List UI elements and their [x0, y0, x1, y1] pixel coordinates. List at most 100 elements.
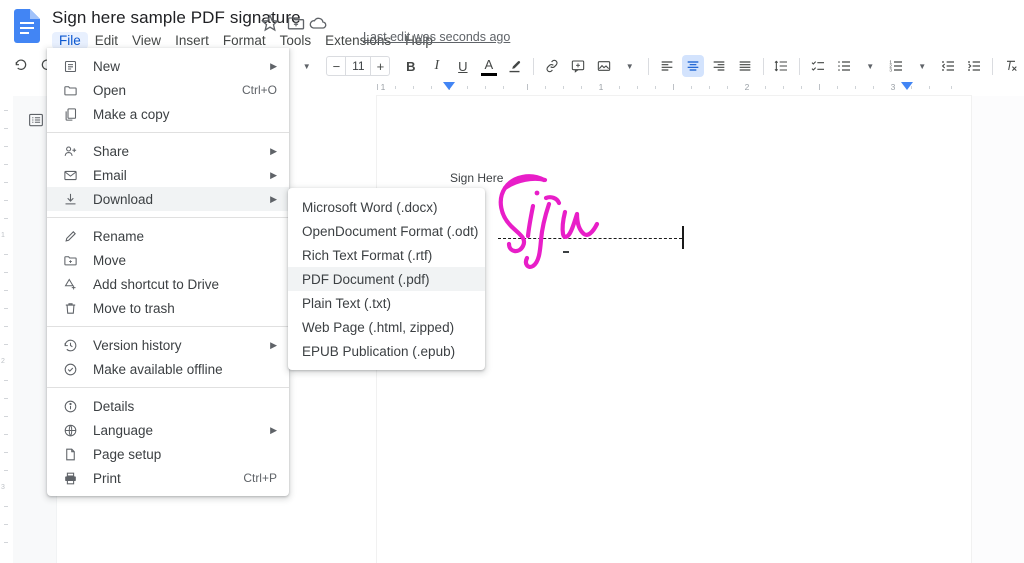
menu-view[interactable]: View [125, 32, 168, 49]
numbered-list-icon[interactable]: 1 2 3 [885, 55, 907, 77]
ruler-number: 3 [890, 82, 896, 92]
menu-label: Print [93, 470, 121, 486]
checklist-icon[interactable] [807, 55, 829, 77]
info-icon [61, 397, 79, 415]
decrease-font-size-button[interactable]: − [327, 59, 345, 74]
file-menu-item-print[interactable]: Print Ctrl+P [47, 466, 289, 490]
download-item-pdf[interactable]: PDF Document (.pdf) [288, 267, 485, 291]
align-right-icon[interactable] [708, 55, 730, 77]
menu-divider [47, 326, 289, 327]
menu-label: Language [93, 422, 154, 438]
file-menu-item-open[interactable]: Open Ctrl+O [47, 78, 289, 102]
download-submenu-panel[interactable]: Microsoft Word (.docx) OpenDocument Form… [288, 188, 485, 370]
print-icon [61, 469, 79, 487]
google-docs-window: Sign here sample PDF signature File Edit… [0, 0, 1024, 563]
download-item-html[interactable]: Web Page (.html, zipped) [288, 315, 485, 339]
underline-button[interactable]: U [452, 55, 474, 77]
italic-button[interactable]: I [426, 55, 448, 77]
new-document-icon [61, 57, 79, 75]
line-spacing-icon[interactable] [770, 55, 792, 77]
download-item-epub[interactable]: EPUB Publication (.epub) [288, 339, 485, 363]
file-menu-item-make-a-copy[interactable]: Make a copy [47, 102, 289, 126]
insert-image-icon[interactable] [593, 55, 615, 77]
vertical-ruler[interactable]: 1 2 3 [0, 96, 13, 563]
text-color-button[interactable]: A [478, 55, 500, 77]
docs-logo-icon[interactable] [14, 9, 40, 43]
file-menu-item-version-history[interactable]: Version history ▶ [47, 333, 289, 357]
file-menu-item-move-to-trash[interactable]: Move to trash [47, 296, 289, 320]
menu-file[interactable]: File [52, 31, 88, 49]
submenu-arrow-icon: ▶ [270, 145, 277, 156]
bulleted-list-chevron-down-icon[interactable]: ▼ [859, 55, 881, 77]
font-family-chevron-down-icon[interactable]: ▼ [296, 55, 318, 77]
left-indent-marker[interactable] [443, 82, 455, 90]
menu-shortcut: Ctrl+P [243, 471, 277, 485]
align-justify-icon[interactable] [734, 55, 756, 77]
file-menu-item-language[interactable]: Language ▶ [47, 418, 289, 442]
file-menu-item-share[interactable]: Share ▶ [47, 139, 289, 163]
move-folder-icon [61, 251, 79, 269]
signature-line [498, 238, 682, 239]
menu-divider [47, 217, 289, 218]
file-menu-item-add-shortcut-to-drive[interactable]: Add shortcut to Drive [47, 272, 289, 296]
decrease-indent-icon[interactable] [937, 55, 959, 77]
signature-drawing [498, 174, 600, 269]
canvas-right-margin [971, 96, 1024, 563]
add-comment-icon[interactable] [567, 55, 589, 77]
menu-insert[interactable]: Insert [168, 32, 216, 49]
document-outline-icon[interactable] [24, 108, 48, 132]
menu-format[interactable]: Format [216, 32, 273, 49]
version-history-icon [61, 336, 79, 354]
file-menu-item-download[interactable]: Download ▶ [47, 187, 289, 211]
clear-formatting-icon[interactable] [1000, 55, 1022, 77]
download-icon [61, 190, 79, 208]
menu-label: Page setup [93, 446, 162, 462]
file-menu-item-details[interactable]: Details [47, 394, 289, 418]
submenu-arrow-icon: ▶ [270, 60, 277, 71]
menu-edit[interactable]: Edit [88, 32, 125, 49]
language-globe-icon [61, 421, 79, 439]
file-menu-item-page-setup[interactable]: Page setup [47, 442, 289, 466]
file-menu-item-email[interactable]: Email ▶ [47, 163, 289, 187]
file-menu-item-move[interactable]: Move [47, 248, 289, 272]
undo-icon[interactable] [10, 55, 32, 77]
share-person-icon [61, 142, 79, 160]
menu-shortcut: Ctrl+O [241, 83, 277, 97]
submenu-arrow-icon: ▶ [270, 424, 277, 435]
menu-label: Email [93, 167, 127, 183]
font-size-input[interactable]: 11 [345, 57, 372, 75]
align-center-icon[interactable] [681, 55, 704, 77]
menu-divider [47, 387, 289, 388]
submenu-arrow-icon: ▶ [270, 169, 277, 180]
bold-button[interactable]: B [400, 55, 422, 77]
download-item-docx[interactable]: Microsoft Word (.docx) [288, 195, 485, 219]
file-menu-panel[interactable]: New ▶ Open Ctrl+O Make a copy Share ▶ Em… [47, 48, 289, 496]
menu-label: Rename [93, 228, 145, 244]
font-size-stepper[interactable]: − 11 + [326, 56, 391, 76]
insert-link-icon[interactable] [541, 55, 563, 77]
menu-label: Make a copy [93, 106, 170, 122]
file-menu-item-rename[interactable]: Rename [47, 224, 289, 248]
download-item-rtf[interactable]: Rich Text Format (.rtf) [288, 243, 485, 267]
align-left-icon[interactable] [656, 55, 678, 77]
menu-label: New [93, 58, 121, 74]
menu-label: Open [93, 82, 127, 98]
numbered-list-chevron-down-icon[interactable]: ▼ [911, 55, 933, 77]
menu-label: Share [93, 143, 130, 159]
ruler-number: 1 [598, 82, 604, 92]
menu-tools[interactable]: Tools [273, 32, 319, 49]
bulleted-list-icon[interactable] [833, 55, 855, 77]
right-indent-marker[interactable] [901, 82, 913, 90]
ruler-number: 3 [1, 484, 5, 491]
increase-font-size-button[interactable]: + [371, 59, 389, 74]
last-edit-status[interactable]: Last edit was seconds ago [363, 30, 510, 44]
file-menu-item-make-available-offline[interactable]: Make available offline [47, 357, 289, 381]
download-item-odt[interactable]: OpenDocument Format (.odt) [288, 219, 485, 243]
ruler-number: 2 [1, 358, 5, 365]
increase-indent-icon[interactable] [963, 55, 985, 77]
highlight-pen-icon[interactable] [504, 55, 526, 77]
image-options-chevron-down-icon[interactable]: ▼ [619, 55, 641, 77]
menu-label: Add shortcut to Drive [93, 276, 220, 292]
file-menu-item-new[interactable]: New ▶ [47, 54, 289, 78]
download-item-txt[interactable]: Plain Text (.txt) [288, 291, 485, 315]
